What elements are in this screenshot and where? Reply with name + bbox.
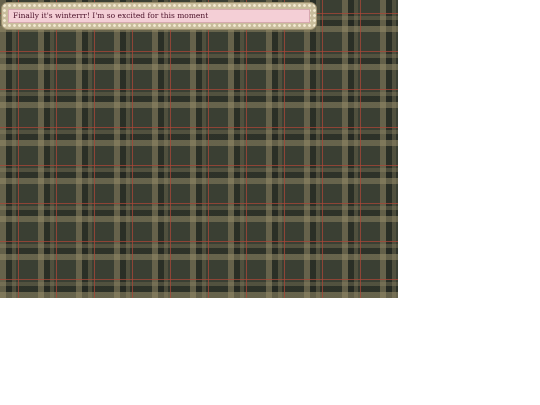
status-message-box: Finally it's winterrr! I'm so excited fo…	[8, 9, 310, 23]
status-message-text: Finally it's winterrr! I'm so excited fo…	[13, 11, 209, 21]
plaid-background	[0, 0, 398, 298]
page-canvas: Finally it's winterrr! I'm so excited fo…	[0, 0, 540, 405]
lace-text-frame: Finally it's winterrr! I'm so excited fo…	[2, 3, 316, 29]
